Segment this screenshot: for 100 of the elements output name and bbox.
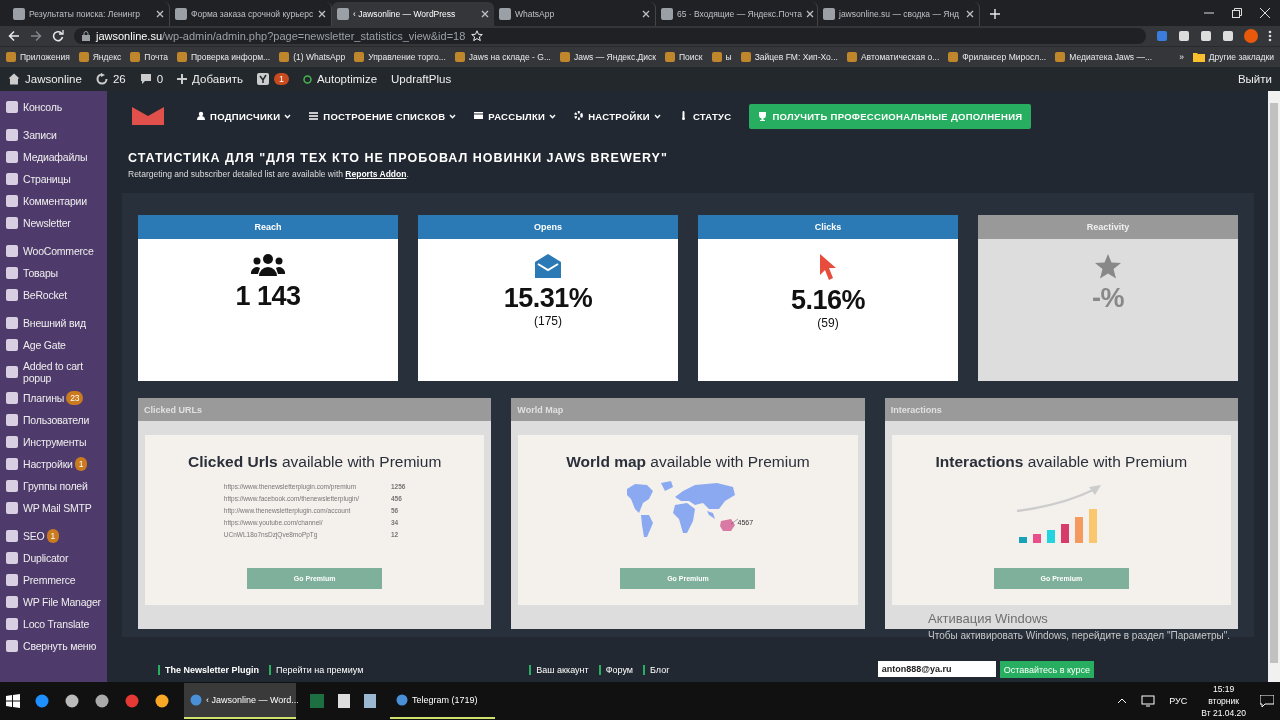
bookmark[interactable]: Яндекс <box>78 52 122 62</box>
notification-icon[interactable] <box>1260 695 1274 707</box>
sidebar-item[interactable]: Группы полей <box>0 475 107 497</box>
avatar-icon[interactable] <box>1244 29 1258 43</box>
nav-menu-item[interactable]: НАСТРОЙКИ <box>574 110 661 122</box>
address-bar[interactable]: jawsonline.su/wp-admin/admin.php?page=newsletter_statistics_view&id=18 <box>74 28 1146 44</box>
extension-icon[interactable] <box>1200 30 1212 42</box>
bookmark[interactable]: Фрилансер Миросл... <box>948 52 1047 62</box>
sidebar-item[interactable]: Внешний вид <box>0 312 107 334</box>
forward-icon[interactable] <box>30 30 42 42</box>
sidebar-item[interactable]: Age Gate <box>0 334 107 356</box>
taskbar-window[interactable]: Telegram (1719) <box>390 683 495 719</box>
bookmark[interactable]: Приложения <box>6 52 70 62</box>
nav-menu-item[interactable]: ПОДПИСЧИКИ <box>196 110 292 122</box>
clock-time: 15:19 <box>1213 684 1235 694</box>
footer-link[interactable]: Перейти на премиум <box>269 664 364 675</box>
sidebar-item[interactable]: WP Mail SMTP <box>0 497 107 519</box>
square-icon <box>5 216 19 230</box>
bookmark[interactable]: (1) WhatsApp <box>279 52 346 62</box>
close-icon[interactable] <box>966 10 974 18</box>
sidebar-item[interactable]: BeRocket <box>0 284 107 306</box>
sidebar-item[interactable]: Медиафайлы <box>0 146 107 168</box>
admin-bar-link[interactable]: Autoptimize <box>302 73 378 85</box>
star-icon[interactable] <box>471 30 484 42</box>
bookmark[interactable]: Почта <box>130 52 168 62</box>
admin-bar-link[interactable]: UpdraftPlus <box>391 73 452 85</box>
restore-icon[interactable] <box>1232 8 1242 18</box>
sidebar-item[interactable]: Настройки 1 <box>0 453 107 475</box>
sidebar-item[interactable]: Записи <box>0 124 107 146</box>
favicon-icon <box>13 8 25 20</box>
bookmark[interactable]: Зайцев FM: Хип-Хо... <box>740 52 838 62</box>
language-indicator[interactable]: РУС <box>1169 696 1188 706</box>
site-link[interactable]: Jawsonline <box>8 73 82 85</box>
app-icon[interactable] <box>34 693 50 709</box>
updates-link[interactable]: 26 <box>95 73 126 85</box>
comments-link[interactable]: 0 <box>139 73 164 85</box>
sidebar-item[interactable]: Duplicator <box>0 547 107 569</box>
close-icon[interactable] <box>806 10 815 18</box>
reload-icon[interactable] <box>52 30 64 42</box>
back-icon[interactable] <box>8 30 20 42</box>
close-icon[interactable] <box>1260 8 1270 18</box>
sidebar-item[interactable]: Newsletter <box>0 212 107 234</box>
bookmark[interactable]: Автоматическая о... <box>846 52 940 62</box>
bookmark-folder[interactable]: Другие закладки <box>1192 52 1274 62</box>
add-new-link[interactable]: Добавить <box>177 73 243 85</box>
more-icon[interactable] <box>1268 30 1272 42</box>
square-icon <box>5 150 19 164</box>
sidebar-item[interactable]: Товары <box>0 262 107 284</box>
square-icon <box>5 457 19 471</box>
plus-icon[interactable] <box>990 9 1000 19</box>
sidebar-item[interactable]: Added to cart popup <box>0 356 107 387</box>
sidebar-item[interactable]: Страницы <box>0 168 107 190</box>
panel-title: World Map <box>511 398 865 421</box>
sidebar-item[interactable]: Loco Translate <box>0 613 107 635</box>
extension-icon[interactable] <box>1178 30 1190 42</box>
footer-link[interactable]: Ваш аккаунт <box>529 664 589 675</box>
scrollbar[interactable] <box>1268 91 1280 682</box>
bookmark[interactable]: Поиск <box>665 52 703 62</box>
close-icon[interactable] <box>642 10 650 18</box>
bookmark[interactable]: Jaws на складе - G... <box>454 52 551 62</box>
browser-tab[interactable]: ‹ Jawsonline — WordPress <box>332 2 494 26</box>
footer-link[interactable]: Форум <box>598 664 633 675</box>
extension-icon[interactable] <box>1222 30 1234 42</box>
close-icon[interactable] <box>481 10 489 18</box>
close-icon[interactable] <box>318 10 326 18</box>
bookmark[interactable]: Проверка информ... <box>176 52 271 62</box>
app-icon[interactable] <box>154 693 170 709</box>
taskbar-window[interactable]: ‹ Jawsonline — Word... <box>184 683 296 719</box>
footer-link[interactable]: The Newsletter Plugin <box>158 664 260 675</box>
sidebar-item[interactable]: SEO 1 <box>0 525 107 547</box>
app-icon[interactable] <box>124 693 140 709</box>
sidebar-item[interactable]: Плагины 23 <box>0 387 107 409</box>
sidebar-item[interactable]: Консоль <box>0 96 107 118</box>
seo-menu[interactable]: 1 <box>256 73 289 85</box>
bookmark[interactable]: Управление торго... <box>354 52 446 62</box>
envelope-logo-icon[interactable] <box>132 107 164 125</box>
bookmark[interactable]: Медиатека Jaws —... <box>1055 52 1153 62</box>
nav-menu-item[interactable]: ПОСТРОЕНИЕ СПИСКОВ <box>309 110 457 122</box>
sidebar-item[interactable]: Инструменты <box>0 431 107 453</box>
app-icon[interactable] <box>94 693 110 709</box>
bookmark[interactable]: Jaws — Яндекс.Диск <box>559 52 656 62</box>
more-bookmarks-button[interactable]: » <box>1179 52 1184 62</box>
sidebar-item[interactable]: WP File Manager <box>0 591 107 613</box>
sidebar-item[interactable]: WooCommerce <box>0 240 107 262</box>
nav-menu-item[interactable]: СТАТУС <box>678 110 732 122</box>
sidebar-item[interactable]: Свернуть меню <box>0 635 107 657</box>
footer-link[interactable]: Блог <box>643 664 670 675</box>
sidebar-item[interactable]: Комментарии <box>0 190 107 212</box>
start-icon[interactable] <box>6 694 20 708</box>
sidebar-item[interactable]: Premmerce <box>0 569 107 591</box>
chevron-up-icon[interactable] <box>1117 698 1128 704</box>
logout-link[interactable]: Выйти <box>1237 73 1272 85</box>
close-icon[interactable] <box>156 10 164 18</box>
email-field[interactable]: anton888@ya.ru <box>877 661 996 677</box>
stat-title: Reactivity <box>978 215 1238 239</box>
app-icon[interactable] <box>64 693 80 709</box>
nav-menu-item[interactable]: РАССЫЛКИ <box>474 110 557 122</box>
star-icon <box>1094 253 1122 279</box>
sidebar-item[interactable]: Пользователи <box>0 409 107 431</box>
home-icon <box>8 73 20 85</box>
